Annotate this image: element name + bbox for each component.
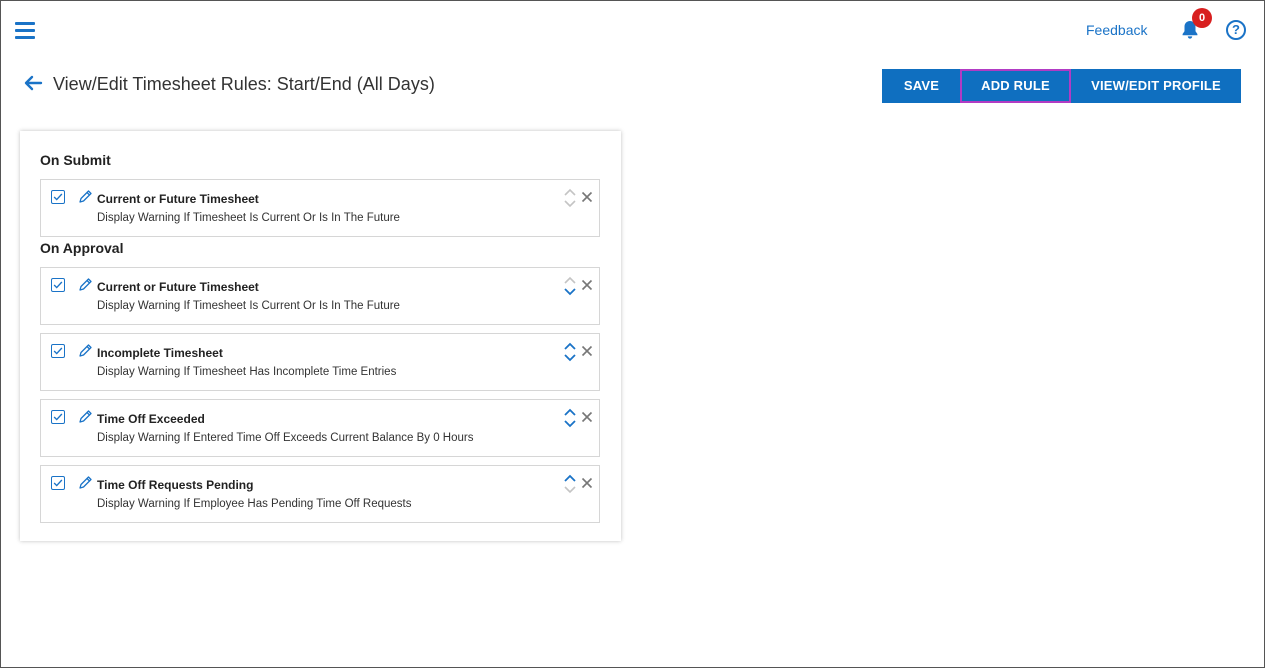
rule-checkbox[interactable] bbox=[51, 278, 65, 292]
move-down-arrow-icon[interactable] bbox=[564, 354, 576, 362]
rule-description: Display Warning If Timesheet Has Incompl… bbox=[97, 366, 397, 378]
rule-title: Incomplete Timesheet bbox=[97, 346, 223, 360]
move-up-arrow-icon bbox=[564, 276, 576, 284]
notification-badge: 0 bbox=[1192, 8, 1212, 28]
rule-item: Time Off Requests Pending Display Warnin… bbox=[40, 465, 600, 523]
edit-pencil-icon[interactable] bbox=[77, 343, 93, 359]
remove-rule-icon[interactable] bbox=[581, 191, 593, 203]
rule-item: Current or Future Timesheet Display Warn… bbox=[40, 179, 600, 237]
view-edit-profile-button[interactable]: VIEW/EDIT PROFILE bbox=[1071, 69, 1241, 103]
edit-pencil-icon[interactable] bbox=[77, 189, 93, 205]
rule-title: Time Off Exceeded bbox=[97, 412, 205, 426]
rule-description: Display Warning If Timesheet Is Current … bbox=[97, 300, 400, 312]
page-title: View/Edit Timesheet Rules: Start/End (Al… bbox=[53, 74, 435, 94]
rule-checkbox[interactable] bbox=[51, 344, 65, 358]
move-down-arrow-icon[interactable] bbox=[564, 420, 576, 428]
rule-description: Display Warning If Entered Time Off Exce… bbox=[97, 432, 474, 444]
edit-pencil-icon[interactable] bbox=[77, 409, 93, 425]
remove-rule-icon[interactable] bbox=[581, 477, 593, 489]
remove-rule-icon[interactable] bbox=[581, 411, 593, 423]
section-title-on-submit: On Submit bbox=[40, 152, 111, 168]
remove-rule-icon[interactable] bbox=[581, 279, 593, 291]
move-down-arrow-icon bbox=[564, 486, 576, 494]
rule-checkbox[interactable] bbox=[51, 190, 65, 204]
rule-checkbox[interactable] bbox=[51, 476, 65, 490]
rule-title: Time Off Requests Pending bbox=[97, 478, 254, 492]
rule-item: Time Off Exceeded Display Warning If Ent… bbox=[40, 399, 600, 457]
rule-checkbox[interactable] bbox=[51, 410, 65, 424]
rule-item: Incomplete Timesheet Display Warning If … bbox=[40, 333, 600, 391]
move-down-arrow-icon bbox=[564, 200, 576, 208]
rule-description: Display Warning If Timesheet Is Current … bbox=[97, 212, 400, 224]
rule-description: Display Warning If Employee Has Pending … bbox=[97, 498, 412, 510]
edit-pencil-icon[interactable] bbox=[77, 277, 93, 293]
edit-pencil-icon[interactable] bbox=[77, 475, 93, 491]
move-up-arrow-icon[interactable] bbox=[564, 408, 576, 416]
move-up-arrow-icon[interactable] bbox=[564, 342, 576, 350]
move-up-arrow-icon[interactable] bbox=[564, 474, 576, 482]
section-title-on-approval: On Approval bbox=[40, 240, 124, 256]
add-rule-button[interactable]: ADD RULE bbox=[960, 69, 1071, 103]
rule-item: Current or Future Timesheet Display Warn… bbox=[40, 267, 600, 325]
rule-title: Current or Future Timesheet bbox=[97, 280, 259, 294]
remove-rule-icon[interactable] bbox=[581, 345, 593, 357]
feedback-link[interactable]: Feedback bbox=[1086, 22, 1147, 38]
rules-card: On Submit Current or Future Timesheet Di… bbox=[20, 131, 621, 541]
move-up-arrow-icon bbox=[564, 188, 576, 196]
help-icon[interactable]: ? bbox=[1226, 20, 1246, 40]
hamburger-menu-icon[interactable] bbox=[15, 22, 35, 40]
rule-title: Current or Future Timesheet bbox=[97, 192, 259, 206]
move-down-arrow-icon[interactable] bbox=[564, 288, 576, 296]
back-arrow-icon[interactable] bbox=[22, 72, 44, 94]
save-button[interactable]: SAVE bbox=[882, 69, 961, 103]
